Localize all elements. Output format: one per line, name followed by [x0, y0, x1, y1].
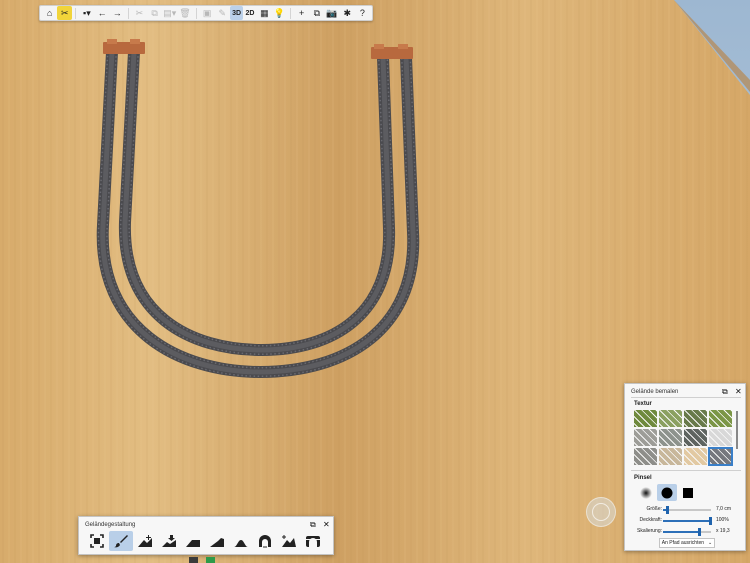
- size-label: Größe:: [646, 506, 662, 512]
- bottom-tabs: [189, 557, 225, 563]
- save-icon[interactable]: ▪▾: [79, 6, 94, 20]
- home-icon[interactable]: ⌂: [42, 6, 57, 20]
- scale-slider-row: Skalierung: x 19,3: [625, 527, 747, 537]
- paint-panel-title: Gelände bemalen: [631, 389, 679, 395]
- terrain-brush-cursor: [586, 497, 616, 527]
- undo-icon[interactable]: ←: [95, 6, 110, 20]
- mountain-tool[interactable]: [277, 531, 301, 551]
- view-3d-button[interactable]: 3D: [229, 6, 244, 20]
- texture-swatch-sand[interactable]: [659, 448, 682, 465]
- flatten-terrain-tool[interactable]: [181, 531, 205, 551]
- texture-swatch-sand-light[interactable]: [684, 448, 707, 465]
- paste-icon[interactable]: ▤▾: [162, 6, 177, 20]
- texture-swatch-meadow[interactable]: [709, 410, 732, 427]
- brush-section-label: Pinsel: [634, 475, 652, 481]
- paint-terrain-panel: Gelände bemalen ⧉ ✕ Textur Pinsel Größe:…: [624, 383, 746, 551]
- terrain-panel-title: Geländegestaltung: [85, 522, 136, 528]
- brush-row: [636, 484, 699, 501]
- size-slider-row: Größe: 7,0 cm: [625, 505, 747, 515]
- camera-icon[interactable]: 📷: [324, 6, 339, 20]
- chevron-down-icon: ⌄: [708, 540, 713, 546]
- square-brush-icon[interactable]: [678, 484, 698, 501]
- terrain-tool-row: [85, 531, 325, 551]
- paint-brush-tool[interactable]: [109, 531, 133, 551]
- window-icon[interactable]: ⧉: [309, 6, 324, 20]
- opacity-slider[interactable]: [663, 517, 713, 525]
- close-icon[interactable]: ✕: [735, 387, 742, 396]
- texture-grid: [634, 410, 733, 466]
- scale-slider[interactable]: [663, 528, 711, 536]
- texture-section-label: Textur: [634, 401, 652, 407]
- toolbar-divider: [127, 7, 129, 19]
- group-icon[interactable]: ▣: [200, 6, 215, 20]
- opacity-value: 100%: [716, 517, 729, 523]
- add-icon[interactable]: +: [294, 6, 309, 20]
- close-icon[interactable]: ✕: [323, 520, 330, 529]
- bulb-icon[interactable]: 💡: [272, 6, 287, 20]
- texture-swatch-grass-dark[interactable]: [634, 410, 657, 427]
- terrain-panel: Geländegestaltung ⧉ ✕: [78, 516, 334, 555]
- tunnel-portal-tool[interactable]: [301, 531, 325, 551]
- soft-brush-icon[interactable]: [636, 484, 656, 501]
- scale-value: x 19,3: [716, 528, 730, 534]
- main-toolbar: ⌂ ✂ ▪▾ ← → ✂ ⧉ ▤▾ 🗑 ▣ ✎ 3D 2D ▦ 💡 + ⧉ 📷 ✱?: [39, 5, 373, 21]
- texture-swatch-asphalt[interactable]: [708, 447, 733, 466]
- tunnel-tool[interactable]: [253, 531, 277, 551]
- pen-icon[interactable]: ✎: [215, 6, 230, 20]
- cut-icon[interactable]: ✂: [132, 6, 147, 20]
- grid-icon[interactable]: ▦: [257, 6, 272, 20]
- smooth-hill-tool[interactable]: [229, 531, 253, 551]
- select-area-tool[interactable]: [85, 531, 109, 551]
- toolbar-divider: [75, 7, 77, 19]
- round-brush-icon[interactable]: [657, 484, 677, 501]
- toolbar-divider: [290, 7, 292, 19]
- tab-indicator-dark[interactable]: [189, 557, 198, 563]
- redo-icon[interactable]: →: [110, 6, 125, 20]
- raise-terrain-tool[interactable]: [133, 531, 157, 551]
- texture-swatch-snow[interactable]: [709, 429, 732, 446]
- lower-terrain-tool[interactable]: [157, 531, 181, 551]
- popout-icon[interactable]: ⧉: [310, 520, 316, 530]
- copy-icon[interactable]: ⧉: [147, 6, 162, 20]
- texture-swatch-grass-light[interactable]: [659, 410, 682, 427]
- texture-swatch-rock[interactable]: [659, 429, 682, 446]
- texture-swatch-stone[interactable]: [634, 448, 657, 465]
- align-select-label: An Pfad ausrichten: [661, 540, 705, 546]
- align-to-path-select[interactable]: An Pfad ausrichten ⌄: [659, 538, 715, 548]
- help-icon[interactable]: ?: [355, 6, 370, 20]
- opacity-slider-row: Deckkraft: 100%: [625, 516, 747, 526]
- view-2d-button[interactable]: 2D: [243, 6, 256, 20]
- texture-swatch-gravel-dark[interactable]: [684, 429, 707, 446]
- size-value: 7,0 cm: [716, 506, 732, 512]
- tools-icon[interactable]: ✂: [57, 6, 73, 20]
- scale-label: Skalierung:: [636, 528, 662, 534]
- texture-swatch-moss[interactable]: [684, 410, 707, 427]
- slope-terrain-tool[interactable]: [205, 531, 229, 551]
- texture-scrollbar[interactable]: [736, 411, 738, 449]
- texture-swatch-gravel[interactable]: [634, 429, 657, 446]
- tab-indicator-green[interactable]: [206, 557, 215, 563]
- opacity-label: Deckkraft:: [639, 517, 662, 523]
- popout-icon[interactable]: ⧉: [722, 387, 728, 397]
- size-slider[interactable]: [663, 506, 711, 514]
- toolbar-divider: [195, 7, 197, 19]
- delete-icon[interactable]: 🗑: [177, 6, 192, 20]
- puzzle-icon[interactable]: ✱: [340, 6, 355, 20]
